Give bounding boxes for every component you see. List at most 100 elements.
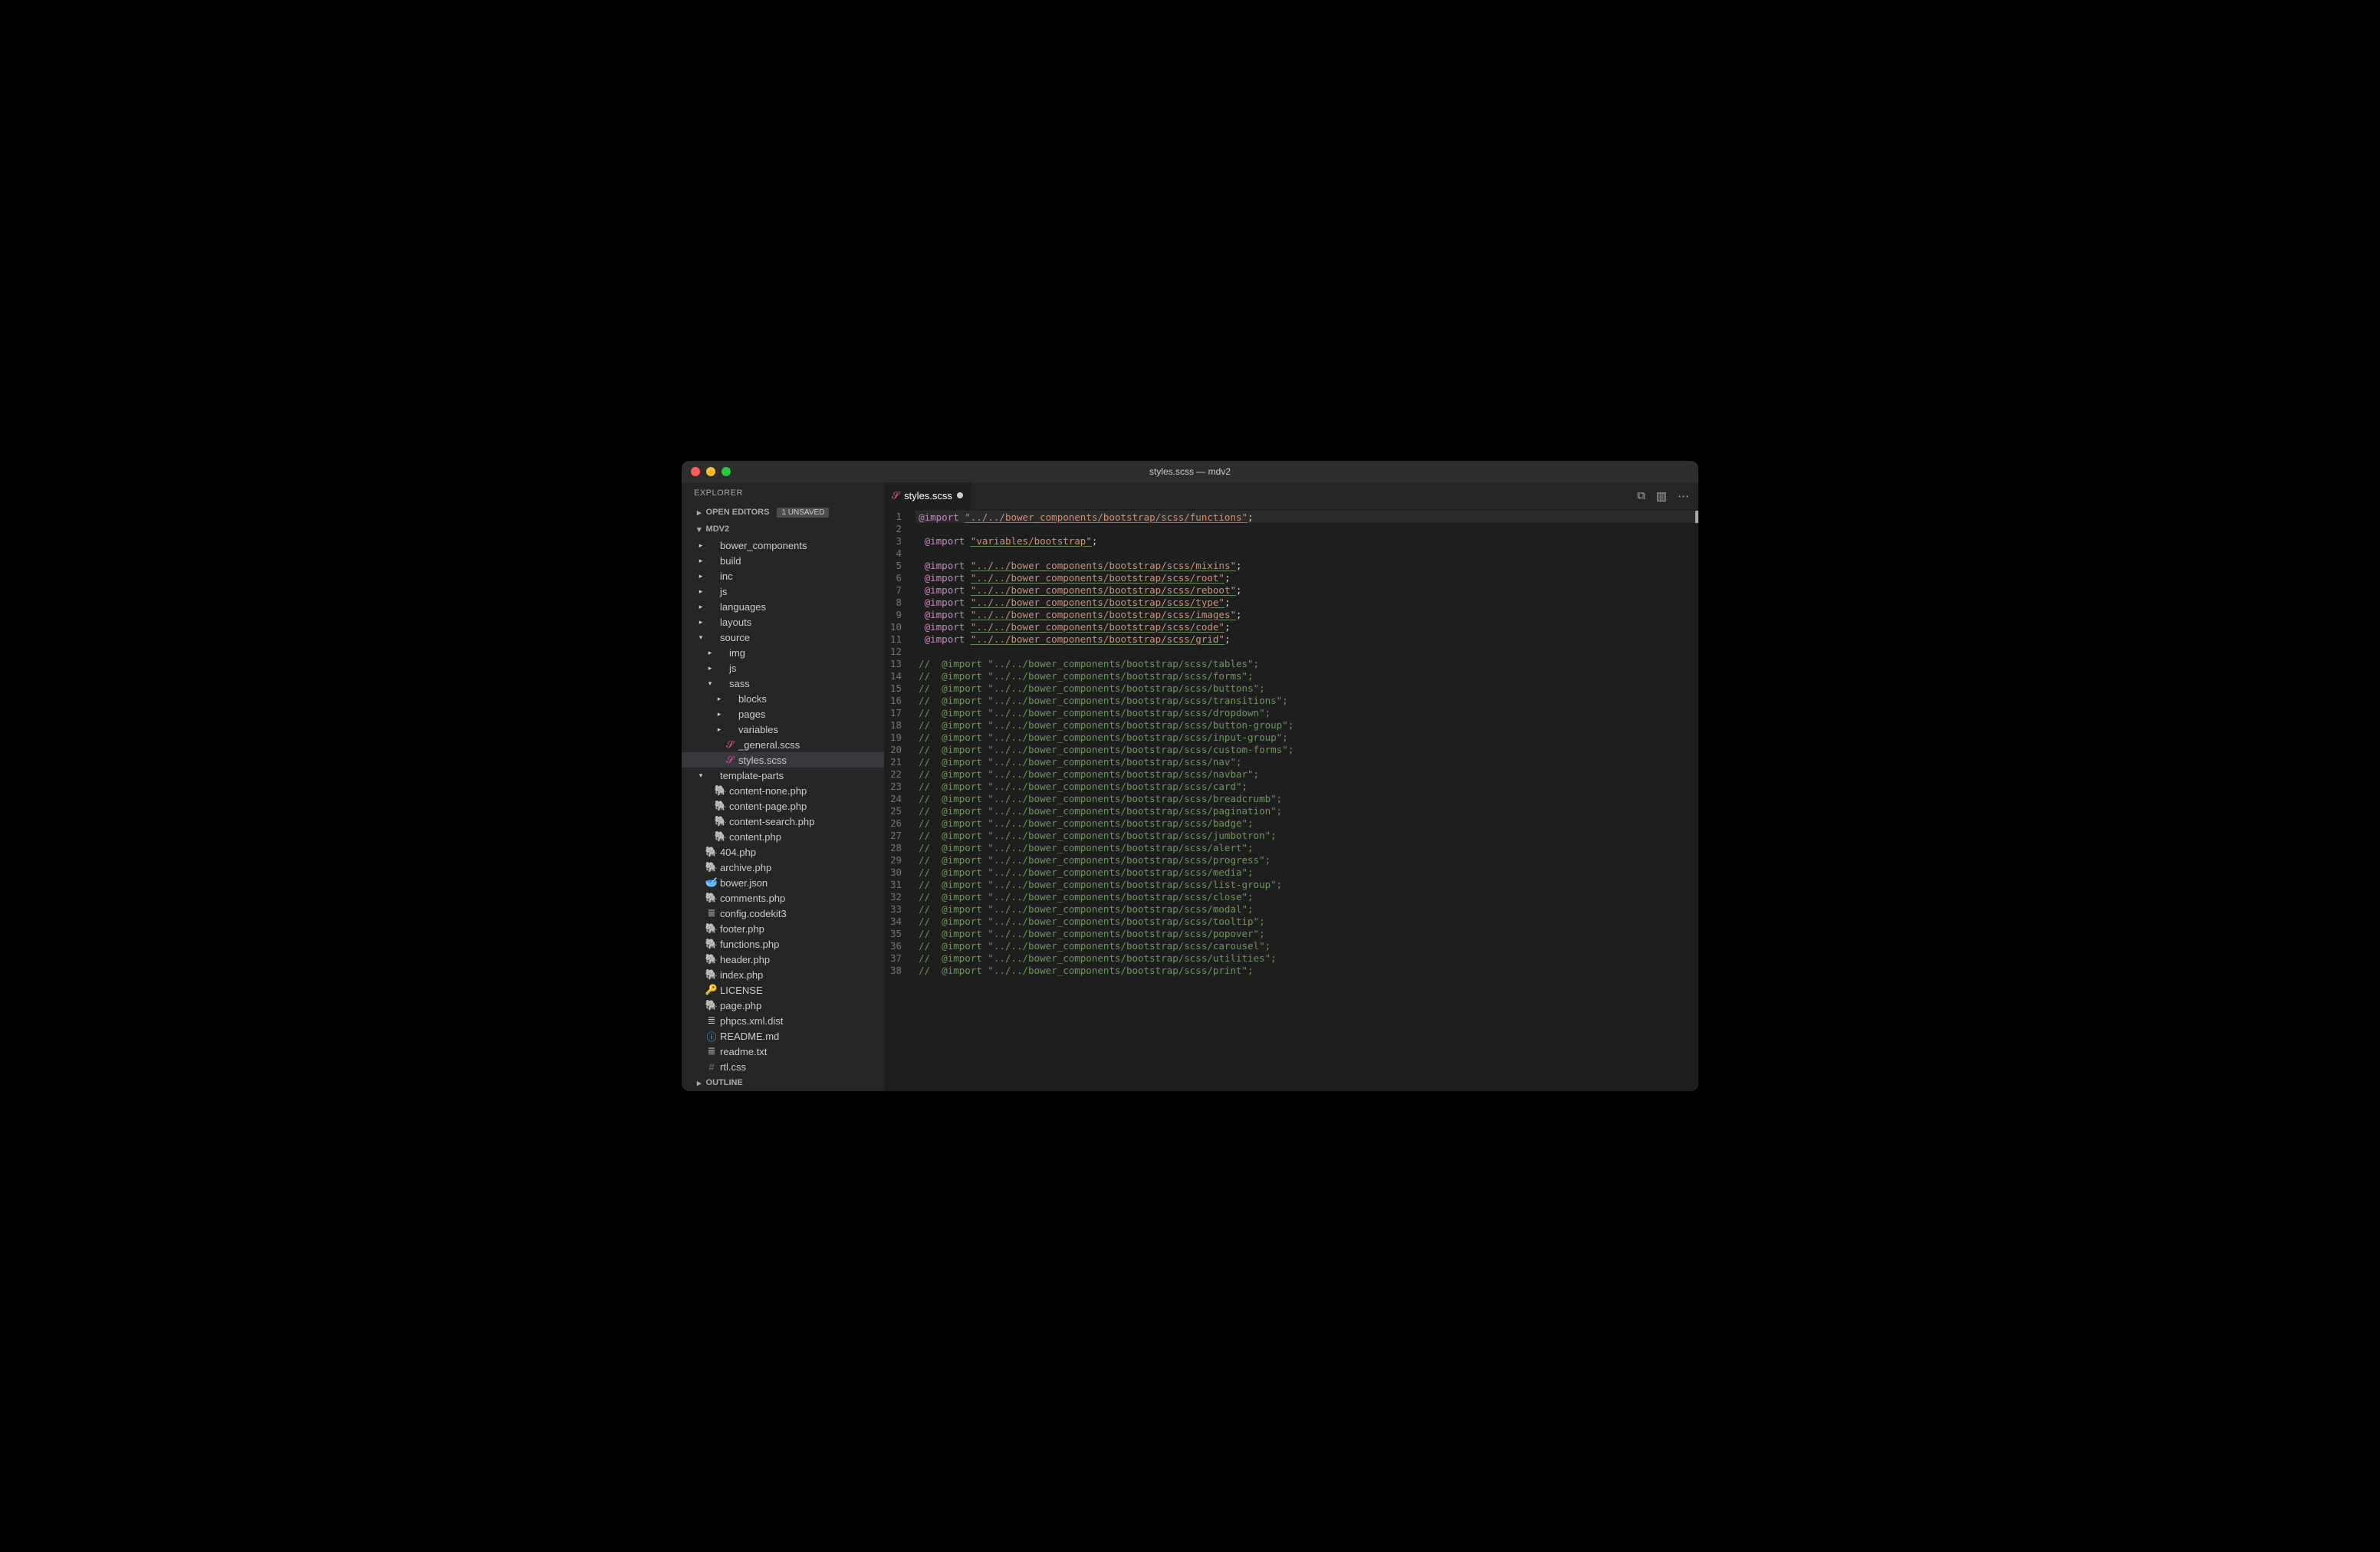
code-line: // @import "../../bower_components/boots…: [916, 670, 1698, 682]
php-icon: 🐘: [705, 953, 718, 965]
titlebar[interactable]: styles.scss — mdv2: [682, 461, 1698, 482]
sidebar-title: EXPLORER: [682, 482, 884, 504]
line-number: 33: [890, 903, 902, 916]
tree-item-index-php[interactable]: 🐘index.php: [682, 967, 884, 982]
tree-item-variables[interactable]: ▸variables: [682, 722, 884, 737]
line-number: 16: [890, 695, 902, 707]
tree-item-content-page-php[interactable]: 🐘content-page.php: [682, 798, 884, 814]
open-changes-icon[interactable]: ⧉: [1637, 489, 1645, 502]
tree-item-config-codekit3[interactable]: ≣config.codekit3: [682, 906, 884, 921]
window-title: styles.scss — mdv2: [1149, 466, 1231, 477]
tree-item-blocks[interactable]: ▸blocks: [682, 691, 884, 706]
tree-item-label: blocks: [738, 693, 767, 705]
tree-item-pages[interactable]: ▸pages: [682, 706, 884, 722]
tree-item-label: img: [729, 647, 745, 659]
tree-item-js[interactable]: ▸js: [682, 660, 884, 676]
project-root-label: MDV2: [706, 524, 730, 534]
line-number: 6: [890, 572, 902, 584]
info-icon: ⓘ: [705, 1029, 718, 1044]
line-number: 17: [890, 707, 902, 719]
line-number: 2: [890, 523, 902, 535]
tree-item-content-none-php[interactable]: 🐘content-none.php: [682, 783, 884, 798]
minimize-window-button[interactable]: [706, 467, 715, 476]
php-icon: 🐘: [714, 830, 728, 843]
dirty-indicator-icon: [957, 492, 963, 498]
tree-item-header-php[interactable]: 🐘header.php: [682, 952, 884, 967]
tree-item-content-php[interactable]: 🐘content.php: [682, 829, 884, 844]
tree-item-languages[interactable]: ▸languages: [682, 599, 884, 614]
tab-label: styles.scss: [904, 490, 952, 501]
tree-item-footer-php[interactable]: 🐘footer.php: [682, 921, 884, 936]
line-number: 22: [890, 768, 902, 781]
tree-item-label: bower_components: [720, 540, 807, 551]
tree-item-label: content-page.php: [729, 801, 807, 812]
line-number: 20: [890, 744, 902, 756]
scss-icon: 𝓢: [723, 738, 737, 751]
open-editors-section[interactable]: ▸ OPEN EDITORS 1 UNSAVED: [682, 504, 884, 521]
tree-item-build[interactable]: ▸build: [682, 553, 884, 568]
tree-item-layouts[interactable]: ▸layouts: [682, 614, 884, 630]
php-icon: 🐘: [705, 938, 718, 950]
chevron-right-icon: ▸: [715, 710, 723, 718]
tree-item-styles-scss[interactable]: 𝓢styles.scss: [682, 752, 884, 768]
tree-item-js[interactable]: ▸js: [682, 584, 884, 599]
tree-item-bower-json[interactable]: 🥣bower.json: [682, 875, 884, 890]
line-number: 35: [890, 928, 902, 940]
tree-item-label: LICENSE: [720, 985, 763, 996]
tree-item-comments-php[interactable]: 🐘comments.php: [682, 890, 884, 906]
code-line: @import "../../bower_components/bootstra…: [916, 572, 1698, 584]
tree-item-label: phpcs.xml.dist: [720, 1015, 783, 1027]
outline-section[interactable]: ▸ OUTLINE: [682, 1074, 884, 1091]
tab-styles-scss[interactable]: 𝓢 styles.scss: [884, 482, 971, 509]
tree-item-inc[interactable]: ▸inc: [682, 568, 884, 584]
tree-item-functions-php[interactable]: 🐘functions.php: [682, 936, 884, 952]
code-line: @import "variables/bootstrap";: [916, 535, 1698, 547]
code-line: // @import "../../bower_components/boots…: [916, 781, 1698, 793]
tree-item-img[interactable]: ▸img: [682, 645, 884, 660]
split-editor-icon[interactable]: ▥: [1656, 489, 1667, 503]
project-root-section[interactable]: ▾ MDV2: [682, 521, 884, 538]
tree-item-bower-components[interactable]: ▸bower_components: [682, 538, 884, 553]
line-number: 21: [890, 756, 902, 768]
tree-item-license[interactable]: 🔑LICENSE: [682, 982, 884, 998]
code-line: [916, 547, 1698, 560]
code-line: // @import "../../bower_components/boots…: [916, 756, 1698, 768]
tree-item-source[interactable]: ▾source: [682, 630, 884, 645]
line-number: 37: [890, 952, 902, 965]
more-actions-icon[interactable]: ⋯: [1678, 489, 1689, 503]
code-line: // @import "../../bower_components/boots…: [916, 842, 1698, 854]
zoom-window-button[interactable]: [722, 467, 731, 476]
tree-item-sass[interactable]: ▾sass: [682, 676, 884, 691]
line-number: 4: [890, 547, 902, 560]
code-line: // @import "../../bower_components/boots…: [916, 866, 1698, 879]
code-line: // @import "../../bower_components/boots…: [916, 916, 1698, 928]
tree-item-readme-txt[interactable]: ≣readme.txt: [682, 1044, 884, 1059]
tree-item-readme-md[interactable]: ⓘREADME.md: [682, 1028, 884, 1044]
tree-item-content-search-php[interactable]: 🐘content-search.php: [682, 814, 884, 829]
tree-item-label: 404.php: [720, 847, 756, 858]
code-line: @import "../../bower_components/bootstra…: [916, 511, 1698, 523]
php-icon: 🐘: [705, 846, 718, 858]
tree-item-phpcs-xml-dist[interactable]: ≣phpcs.xml.dist: [682, 1013, 884, 1028]
line-number: 3: [890, 535, 902, 547]
code-content[interactable]: @import "../../bower_components/bootstra…: [916, 509, 1698, 1091]
chevron-right-icon: ▸: [697, 587, 705, 596]
chevron-down-icon: ▾: [706, 679, 714, 688]
tree-item-404-php[interactable]: 🐘404.php: [682, 844, 884, 860]
php-icon: 🐘: [705, 968, 718, 981]
line-number: 26: [890, 817, 902, 830]
line-number: 5: [890, 560, 902, 572]
chevron-down-icon: ▾: [697, 771, 705, 780]
php-icon: 🐘: [705, 892, 718, 904]
scrollbar-marker[interactable]: [1695, 511, 1698, 523]
code-line: // @import "../../bower_components/boots…: [916, 768, 1698, 781]
code-editor[interactable]: 1234567891011121314151617181920212223242…: [884, 509, 1698, 1091]
tree-item-page-php[interactable]: 🐘page.php: [682, 998, 884, 1013]
tree-item-template-parts[interactable]: ▾template-parts: [682, 768, 884, 783]
tree-item-archive-php[interactable]: 🐘archive.php: [682, 860, 884, 875]
code-line: // @import "../../bower_components/boots…: [916, 891, 1698, 903]
tree-item--general-scss[interactable]: 𝓢_general.scss: [682, 737, 884, 752]
tree-item-rtl-css[interactable]: #rtl.css: [682, 1059, 884, 1074]
close-window-button[interactable]: [691, 467, 700, 476]
txt-icon: ≣: [705, 907, 718, 919]
